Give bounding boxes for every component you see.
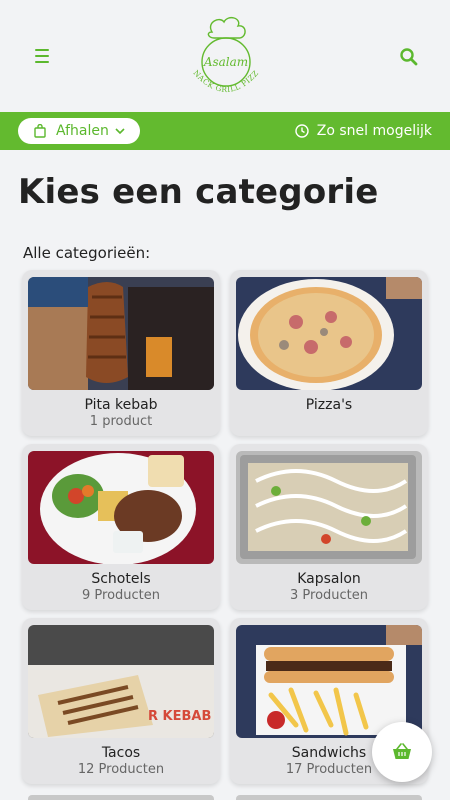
category-card-schotels[interactable]: Schotels 9 Producten bbox=[22, 444, 220, 610]
order-options-bar: Afhalen Zo snel mogelijk bbox=[0, 112, 450, 150]
category-name: Schotels bbox=[91, 571, 151, 587]
category-card-pizzas[interactable]: Pizza's bbox=[230, 270, 428, 436]
page-title: Kies een categorie bbox=[18, 172, 379, 212]
bag-icon bbox=[34, 124, 46, 138]
section-subtitle: Alle categorieën: bbox=[23, 244, 151, 262]
pickup-label: Afhalen bbox=[56, 123, 109, 139]
category-image bbox=[236, 625, 422, 738]
chevron-down-icon bbox=[115, 128, 125, 135]
category-card-tacos[interactable]: R KEBAB Tacos 12 Producten bbox=[22, 618, 220, 784]
search-icon[interactable] bbox=[396, 44, 422, 70]
category-count: 12 Producten bbox=[77, 762, 165, 777]
category-image bbox=[28, 277, 214, 390]
category-image bbox=[28, 451, 214, 564]
delivery-time-selector[interactable]: Zo snel mogelijk bbox=[295, 112, 432, 150]
category-image bbox=[236, 451, 422, 564]
app-header: Asalam SNACK GRILL PIZZA bbox=[0, 0, 450, 112]
category-count: 1 product bbox=[89, 414, 153, 429]
category-card-kapsalon[interactable]: Kapsalon 3 Producten bbox=[230, 444, 428, 610]
clock-icon bbox=[295, 124, 309, 138]
basket-button[interactable] bbox=[372, 722, 432, 782]
pickup-selector[interactable]: Afhalen bbox=[18, 118, 140, 144]
category-card-peek bbox=[28, 795, 214, 800]
category-name: Tacos bbox=[101, 745, 141, 761]
category-card-pita-kebab[interactable]: Pita kebab 1 product bbox=[22, 270, 220, 436]
category-name: Pita kebab bbox=[84, 397, 158, 413]
basket-icon bbox=[393, 743, 411, 759]
restaurant-logo[interactable]: Asalam SNACK GRILL PIZZA bbox=[182, 5, 266, 100]
menu-icon[interactable] bbox=[30, 44, 54, 68]
category-image: R KEBAB bbox=[28, 625, 214, 738]
svg-text:Asalam: Asalam bbox=[203, 55, 248, 69]
svg-text:SNACK GRILL PIZZA: SNACK GRILL PIZZA bbox=[186, 12, 260, 94]
svg-text:R KEBAB: R KEBAB bbox=[148, 709, 211, 724]
category-name: Pizza's bbox=[305, 397, 353, 413]
category-name: Kapsalon bbox=[297, 571, 361, 587]
category-card-peek bbox=[236, 795, 422, 800]
category-image bbox=[236, 277, 422, 390]
category-count: 9 Producten bbox=[82, 588, 160, 603]
delivery-time-label: Zo snel mogelijk bbox=[316, 123, 432, 139]
category-count: 3 Producten bbox=[290, 588, 368, 603]
